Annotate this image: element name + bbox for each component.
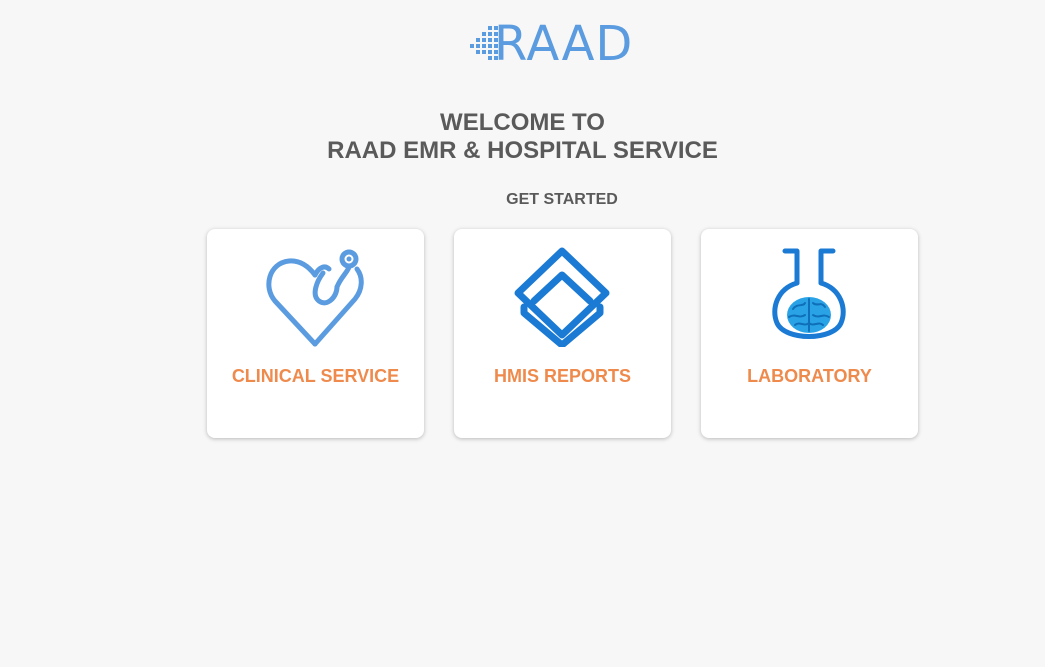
laboratory-label: LABORATORY (747, 366, 872, 386)
welcome-line-1: WELCOME TO (440, 109, 605, 136)
welcome-heading: WELCOME TO RAAD EMR & HOSPITAL SERVICE (0, 109, 1045, 165)
clinical-service-card[interactable]: CLINICAL SERVICE (207, 229, 424, 438)
layers-icon (514, 247, 610, 347)
flask-brain-icon (772, 248, 846, 339)
clinical-service-label: CLINICAL SERVICE (231, 366, 400, 386)
logo-text: RAAD (494, 16, 634, 72)
get-started-label: GET STARTED (506, 191, 618, 208)
welcome-line-2: RAAD EMR & HOSPITAL SERVICE (327, 137, 718, 164)
laboratory-card[interactable]: LABORATORY (701, 229, 918, 438)
hmis-reports-card[interactable]: HMIS REPORTS (454, 229, 671, 438)
stethoscope-heart-icon (266, 249, 364, 347)
hmis-reports-label: HMIS REPORTS (493, 366, 631, 386)
raad-logo: RAAD (466, 16, 662, 72)
